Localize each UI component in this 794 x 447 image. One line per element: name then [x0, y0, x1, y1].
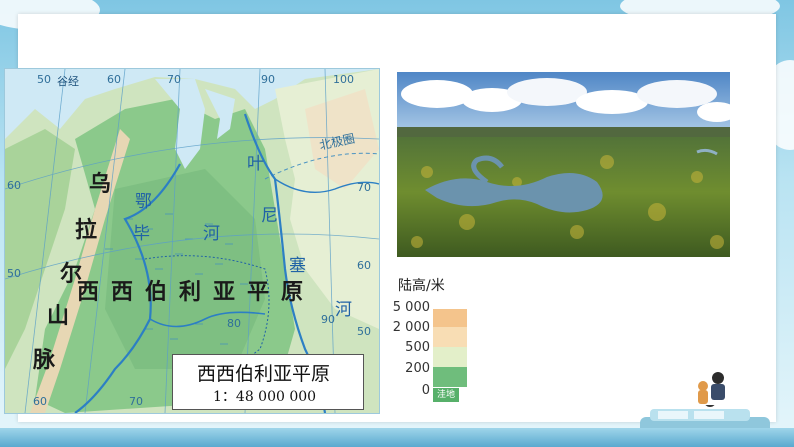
- plain-char: 西: [77, 279, 100, 305]
- plain-char: 平: [247, 279, 270, 305]
- photo-graphic: [397, 72, 730, 257]
- yenisei-river-char: 叶: [247, 154, 264, 174]
- legend-title: 陆高/米: [398, 278, 445, 294]
- legend-swatch-200: [433, 367, 467, 387]
- plain-char: 伯: [145, 279, 168, 305]
- map-caption-title: 西西伯利亚平原: [197, 363, 331, 385]
- degree-label: 70: [167, 73, 181, 86]
- degree-label: 70: [357, 181, 371, 194]
- degree-label: 80: [227, 317, 241, 330]
- ural-char: 拉: [75, 217, 98, 243]
- yenisei-river-char: 尼: [261, 206, 278, 226]
- ob-river-char: 鄂: [135, 192, 152, 212]
- ural-char: 山: [47, 303, 70, 329]
- ural-char: 脉: [33, 347, 56, 373]
- legend-label: 5 000: [392, 300, 430, 315]
- degree-label: 60: [107, 73, 121, 86]
- ob-river-char: 毕: [133, 224, 150, 244]
- degree-label: 60: [33, 395, 47, 408]
- degree-label: 90: [321, 313, 335, 326]
- legend-swatch-5000: [433, 309, 467, 327]
- legend-label: 2 000: [392, 320, 430, 335]
- degree-label: 50: [357, 325, 371, 338]
- legend-label: 200: [405, 361, 430, 376]
- legend-swatch-500: [433, 347, 467, 367]
- legend-label: 0: [421, 383, 430, 398]
- plain-char: 利: [179, 279, 202, 305]
- map-scale: 1：48 000 000: [213, 389, 317, 405]
- lowland-tag: 洼地: [433, 388, 459, 402]
- degree-label: 50: [7, 267, 21, 280]
- ural-char: 乌: [89, 171, 112, 197]
- plain-char: 原: [281, 279, 304, 305]
- yenisei-river-char: 河: [335, 300, 352, 320]
- degree-label: 70: [129, 395, 143, 408]
- map-caption-box: 西西伯利亚平原 1：48 000 000: [172, 354, 364, 410]
- taiga-river-photo: [397, 72, 730, 257]
- legend-swatch-2000: [433, 327, 467, 347]
- degree-label: 50: [37, 73, 51, 86]
- map-fragment-label: 谷经: [57, 75, 79, 88]
- legend-label: 500: [405, 340, 430, 355]
- degree-label: 100: [333, 73, 354, 86]
- yenisei-river-char: 塞: [289, 256, 306, 276]
- children-decoration: [698, 372, 725, 404]
- degree-label: 90: [261, 73, 275, 86]
- bottom-strip: [0, 428, 794, 447]
- plain-char: 亚: [213, 279, 236, 305]
- degree-label: 60: [357, 259, 371, 272]
- plain-char: 西: [111, 279, 134, 305]
- ob-river-char: 河: [203, 224, 220, 244]
- degree-label: 60: [7, 179, 21, 192]
